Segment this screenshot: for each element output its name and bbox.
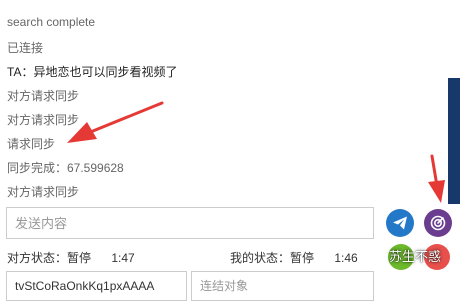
log-line-peer-sync-request: 对方请求同步 (7, 185, 80, 199)
log-line-peer-sync-request: 对方请求同步 (7, 113, 80, 127)
scrollbar[interactable] (448, 78, 460, 204)
room-id-value: tvStCoRaOnkKq1pxAAAA (15, 279, 155, 293)
watermark-text: 苏生不惑 (389, 249, 442, 264)
watermark: 苏生不惑 (370, 246, 441, 265)
log-line-chat-message: TA：异地恋也可以同步看视频了 (7, 65, 178, 79)
log-line-search-complete: search complete (7, 15, 96, 29)
log-line-sync-request: 请求同步 (7, 137, 56, 151)
my-status-state: 暂停 (290, 251, 315, 265)
send-button[interactable] (386, 209, 414, 237)
peer-status-time: 1:47 (111, 251, 135, 265)
wechat-icon (370, 249, 386, 262)
log-line-sync-complete: 同步完成：67.599628 (7, 161, 124, 175)
annotation-arrow-left (67, 101, 164, 143)
peer-status-label: 对方状态： (7, 251, 68, 265)
sync-target-icon (430, 215, 446, 231)
log-line-connected: 已连接 (7, 41, 44, 55)
sync-button[interactable] (424, 209, 452, 237)
peer-status-state: 暂停 (67, 251, 92, 265)
message-input[interactable] (6, 207, 374, 239)
annotation-arrow-down (428, 154, 445, 203)
my-status-time: 1:46 (334, 251, 358, 265)
log-line-peer-sync-request: 对方请求同步 (7, 89, 80, 103)
peer-status: 对方状态：暂停 1:47 (7, 249, 135, 266)
my-status: 我的状态：暂停 1:46 (230, 249, 358, 266)
my-status-label: 我的状态： (230, 251, 291, 265)
room-id-field[interactable]: tvStCoRaOnkKq1pxAAAA (6, 271, 187, 301)
paper-plane-icon (393, 216, 407, 230)
connect-target-input[interactable] (191, 271, 374, 301)
